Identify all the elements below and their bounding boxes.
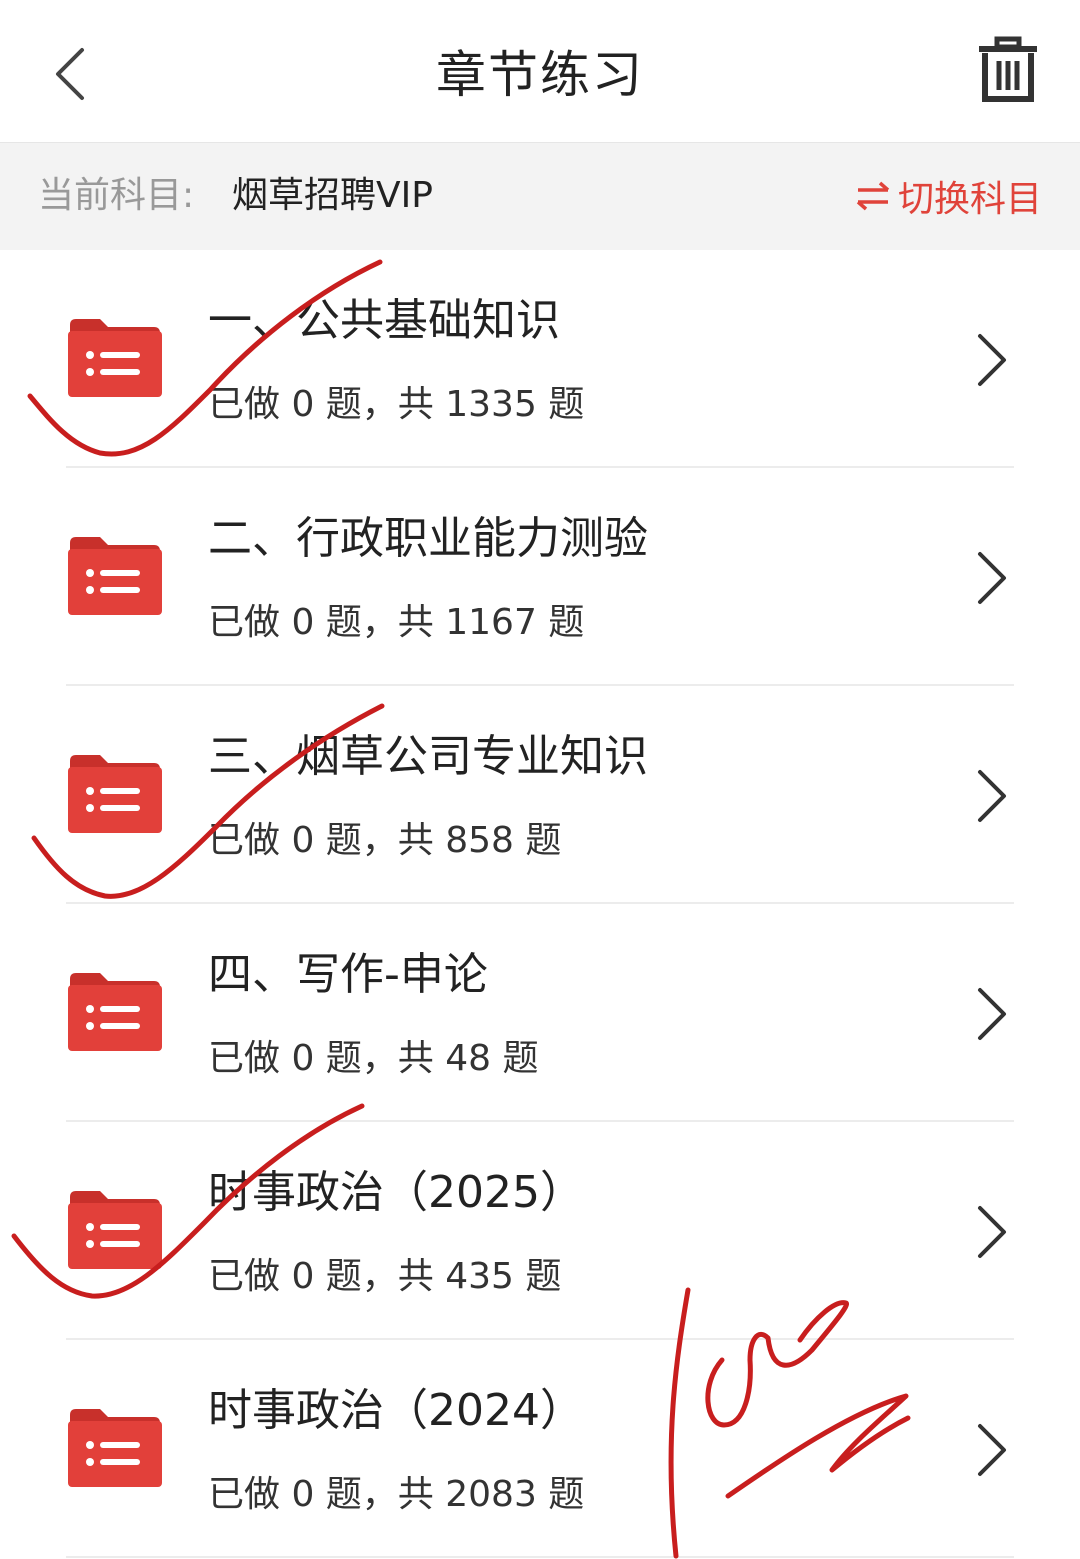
folder-list-icon <box>68 973 162 1051</box>
folder-list-icon <box>68 1409 162 1487</box>
chapter-item[interactable]: 时事政治（2025） 已做 0 题，共 435 题 <box>0 1122 1080 1340</box>
chapter-title: 一、公共基础知识 <box>208 295 560 346</box>
chapter-item[interactable]: 时事政治（2024） 已做 0 题，共 2083 题 <box>0 1340 1080 1558</box>
chapter-title: 三、烟草公司专业知识 <box>208 731 648 782</box>
chapter-progress: 已做 0 题，共 48 题 <box>208 1038 539 1079</box>
trash-icon <box>979 36 1037 102</box>
chapter-item[interactable]: 三、烟草公司专业知识 已做 0 题，共 858 题 <box>0 686 1080 904</box>
current-subject-bar: 当前科目: 烟草招聘VIP 切换科目 <box>0 143 1080 250</box>
switch-subject-button[interactable]: 切换科目 <box>856 171 1042 221</box>
subject-value: 烟草招聘VIP <box>232 175 433 216</box>
chapter-item[interactable]: 四、写作-申论 已做 0 题，共 48 题 <box>0 904 1080 1122</box>
chapter-progress: 已做 0 题，共 1335 题 <box>208 384 585 425</box>
subject-label: 当前科目: <box>38 175 195 216</box>
chevron-right-icon <box>978 334 1006 386</box>
chapter-title: 二、行政职业能力测验 <box>208 513 648 564</box>
chapter-progress: 已做 0 题，共 435 题 <box>208 1256 562 1297</box>
chevron-right-icon <box>978 1424 1006 1476</box>
chapter-progress: 已做 0 题，共 1167 题 <box>208 602 585 643</box>
folder-list-icon <box>68 755 162 833</box>
chapter-title: 四、写作-申论 <box>208 949 488 1000</box>
chapter-item[interactable]: 一、公共基础知识 已做 0 题，共 1335 题 <box>0 250 1080 468</box>
chapter-item[interactable]: 二、行政职业能力测验 已做 0 题，共 1167 题 <box>0 468 1080 686</box>
chapter-list: 一、公共基础知识 已做 0 题，共 1335 题 二、行政职业能力测验 已做 0… <box>0 250 1080 1558</box>
chapter-title: 时事政治（2025） <box>208 1167 584 1218</box>
chevron-right-icon <box>978 770 1006 822</box>
chapter-progress: 已做 0 题，共 2083 题 <box>208 1474 585 1515</box>
clear-button[interactable] <box>968 30 1048 110</box>
chapter-title: 时事政治（2024） <box>208 1385 584 1436</box>
top-app-bar: 章节练习 <box>0 0 1080 143</box>
page-title: 章节练习 <box>436 46 644 104</box>
chevron-right-icon <box>978 552 1006 604</box>
folder-list-icon <box>68 537 162 615</box>
chevron-right-icon <box>978 988 1006 1040</box>
divider <box>66 1556 1014 1558</box>
folder-list-icon <box>68 319 162 397</box>
swap-arrows-icon <box>856 181 890 211</box>
folder-list-icon <box>68 1191 162 1269</box>
switch-subject-label: 切换科目 <box>897 179 1042 220</box>
chevron-right-icon <box>978 1206 1006 1258</box>
chapter-progress: 已做 0 题，共 858 题 <box>208 820 562 861</box>
